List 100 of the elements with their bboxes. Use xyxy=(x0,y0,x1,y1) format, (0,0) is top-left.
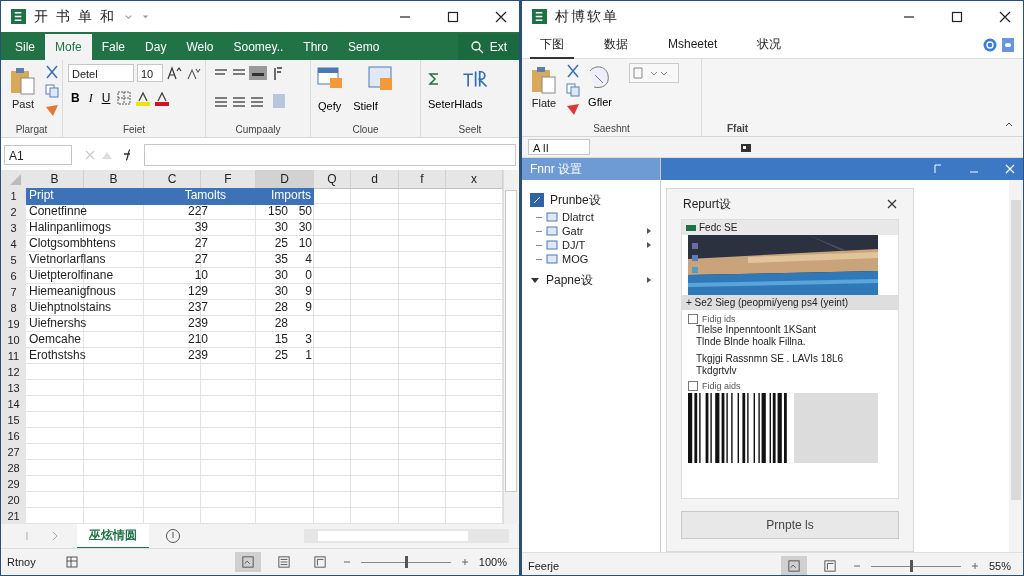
ribbon-tab[interactable]: Day xyxy=(135,34,177,60)
ribbon-tab[interactable]: 状况 xyxy=(747,31,792,59)
table-cell-text: 237 xyxy=(186,300,209,316)
tree-item[interactable]: Papne设 xyxy=(546,271,593,289)
table-cell-text: 3 xyxy=(304,332,312,348)
macro-icon[interactable] xyxy=(65,556,78,568)
grow-font-icon[interactable] xyxy=(166,65,182,81)
help-icon[interactable] xyxy=(983,38,997,52)
status-text: Feerje xyxy=(528,560,560,572)
window-title: 开 书 单 和 xyxy=(34,7,116,26)
brush-icon[interactable] xyxy=(565,101,581,117)
fill-color-icon[interactable] xyxy=(135,90,152,106)
option-text: Tkdgrtvlv xyxy=(695,365,738,377)
window-title: 村博软单 xyxy=(555,7,619,26)
tree-item[interactable]: MOG xyxy=(562,253,589,265)
restore-icon[interactable] xyxy=(933,164,943,174)
table-cell-text: 25 xyxy=(273,348,289,364)
list-icon xyxy=(686,222,696,233)
collapse-ribbon-icon[interactable] xyxy=(1005,120,1013,128)
close-icon[interactable] xyxy=(495,10,507,23)
tree-item[interactable]: Prunbe设 xyxy=(550,191,601,209)
name-box[interactable]: A1 xyxy=(4,145,72,165)
maximize-icon[interactable] xyxy=(951,10,963,23)
horizontal-scrollbar[interactable] xyxy=(304,529,509,543)
ribbon-tab[interactable]: Fale xyxy=(91,34,136,60)
scissors-icon[interactable] xyxy=(44,64,60,80)
checkbox[interactable] xyxy=(688,381,698,391)
zoom-slider[interactable] xyxy=(870,559,961,573)
normal-view-button[interactable] xyxy=(234,552,261,572)
ribbon-button[interactable]: SeterHlads xyxy=(426,98,485,110)
tree-item[interactable]: DJ/T xyxy=(562,239,586,251)
font-size-field[interactable]: 10 xyxy=(137,64,163,82)
sheet-tab[interactable]: 巫炫情圆 xyxy=(77,523,149,549)
table-cell-text: 30 xyxy=(297,220,312,236)
ribbon-tab[interactable]: Soomey.. xyxy=(223,34,294,60)
account-icon[interactable] xyxy=(1001,38,1015,52)
dialog-title: Repurt设 xyxy=(683,195,732,213)
zoom-out-icon[interactable] xyxy=(342,558,351,566)
table-header-cell: Tamolts xyxy=(144,188,256,205)
name-box[interactable]: A II xyxy=(528,139,590,155)
zoom-in-icon[interactable] xyxy=(460,558,469,566)
list-box[interactable]: Fedc SE + Se2 Sieg (peopmi/yeng ps4 (yeint) Fidig ids Tlelse Inpenntoonlt 1KSant Tlnde Blnde hoalk Fillna. Tkgjgi Rassnmn SE . LAVIs 18L6 Tkdgrtvlv Fidig aids xyxy=(681,219,899,499)
ribbon-tab[interactable]: Msheetet xyxy=(658,33,728,57)
font-name-field[interactable]: Detel xyxy=(68,64,134,82)
ribbon-button[interactable]: Qefy xyxy=(316,100,344,112)
ribbon-tab[interactable]: 数据 xyxy=(594,31,638,59)
option-label: Fidig ids xyxy=(702,314,736,324)
copy-icon[interactable] xyxy=(565,82,581,98)
ribbon-tab[interactable]: Sile xyxy=(5,34,45,60)
close-icon[interactable] xyxy=(999,10,1011,23)
zoom-level[interactable]: 55% xyxy=(988,560,1011,572)
copy-icon[interactable] xyxy=(44,83,60,99)
vertical-scrollbar[interactable] xyxy=(1009,180,1023,552)
scissors-icon[interactable] xyxy=(565,63,581,79)
column-header[interactable]: x xyxy=(446,170,503,189)
ribbon-button[interactable]: Gfler xyxy=(586,96,614,108)
ribbon-group-label: Cloue xyxy=(351,124,380,135)
vertical-scrollbar[interactable] xyxy=(503,170,518,524)
tell-me-button[interactable]: Ext xyxy=(457,34,519,60)
zoom-in-icon[interactable] xyxy=(970,562,979,570)
table-cell-text: 210 xyxy=(186,332,209,348)
normal-view-button[interactable] xyxy=(780,556,807,575)
close-icon[interactable] xyxy=(887,199,897,209)
table-cell-text: Erothstshs xyxy=(28,348,87,364)
expanded-caret-icon[interactable] xyxy=(530,275,540,285)
column-header[interactable]: Q xyxy=(314,170,351,189)
format-button[interactable]: B xyxy=(68,91,83,105)
maximize-icon[interactable] xyxy=(447,10,459,23)
paste-button[interactable]: Past xyxy=(6,64,40,112)
ribbon-group-label: Seelt xyxy=(457,124,483,135)
tree-item[interactable]: Gatr xyxy=(562,225,584,237)
ribbon-button[interactable]: Stielf xyxy=(351,100,380,112)
table-cell-text: 10 xyxy=(297,236,312,252)
zoom-out-icon[interactable] xyxy=(852,562,861,570)
table-cell-text: 25 xyxy=(273,236,289,252)
page-layout-icon xyxy=(277,556,290,568)
add-sheet-icon[interactable] xyxy=(165,528,181,544)
folder-icon xyxy=(530,193,544,207)
zoom-level[interactable]: 100% xyxy=(478,556,507,568)
tree-item[interactable]: Dlatrct xyxy=(562,211,594,223)
table-cell-text: 28 xyxy=(273,316,289,332)
column-header[interactable]: d xyxy=(351,170,399,189)
paste-button[interactable]: Flate xyxy=(527,63,561,111)
column-header[interactable]: f xyxy=(399,170,446,189)
ribbon-tab[interactable]: Thro xyxy=(293,34,338,60)
brush-icon[interactable] xyxy=(44,102,60,118)
ribbon-tab[interactable]: Welo xyxy=(176,34,224,60)
zoom-slider[interactable] xyxy=(360,555,451,569)
formula-field[interactable] xyxy=(144,144,516,166)
font-color-icon[interactable] xyxy=(154,90,171,106)
ribbon-tab[interactable]: Semo xyxy=(338,34,390,60)
table-cell-text: Uietpterolfinane xyxy=(28,268,115,284)
format-button[interactable]: I xyxy=(85,90,96,106)
option-text: Tlnde Blnde hoalk Fillna. xyxy=(695,336,807,348)
ribbon-tab[interactable]: Mofe xyxy=(45,34,92,60)
format-button[interactable]: U xyxy=(98,91,114,105)
table-cell-text: 15 xyxy=(273,332,289,348)
dialog-button[interactable]: Prnpte ls xyxy=(681,511,899,539)
table-cell-text: 27 xyxy=(193,236,209,252)
checkbox[interactable] xyxy=(688,314,698,324)
